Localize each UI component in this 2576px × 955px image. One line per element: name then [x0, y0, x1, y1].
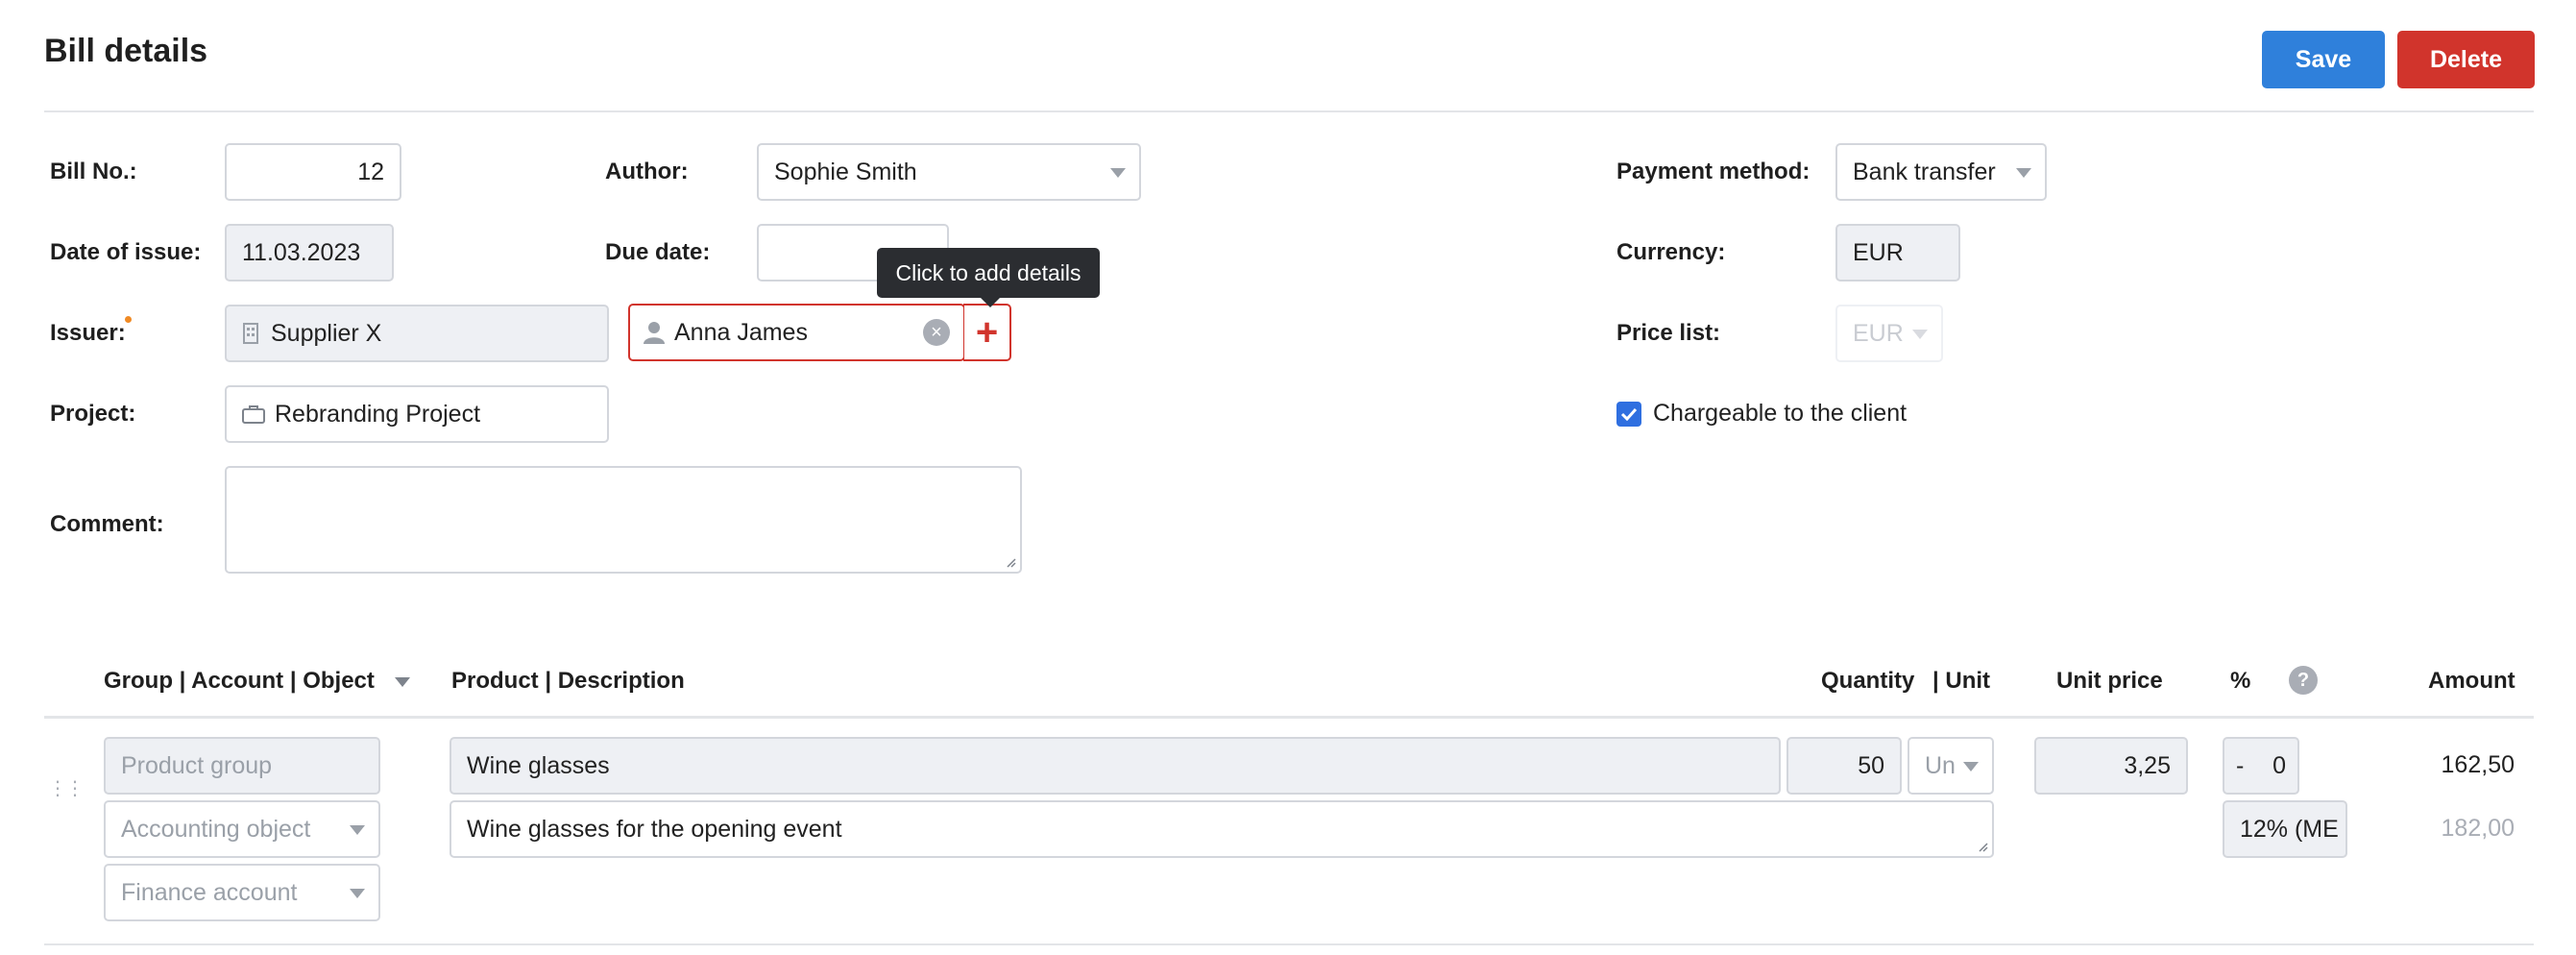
- quantity-value: 50: [1858, 751, 1884, 779]
- row-amount-with-tax: 182,00: [2441, 815, 2515, 842]
- save-button[interactable]: Save: [2262, 31, 2385, 88]
- plus-icon: +: [975, 310, 999, 354]
- drag-handle-icon[interactable]: ⋮⋮: [48, 776, 85, 800]
- row-amount: 162,50: [2441, 751, 2515, 778]
- unit-price-input[interactable]: 3,25: [2034, 737, 2188, 795]
- discount-input[interactable]: - 0: [2223, 737, 2299, 795]
- date-of-issue-value: 11.03.2023: [242, 238, 361, 266]
- description-value: Wine glasses for the opening event: [467, 815, 842, 843]
- payment-method-select[interactable]: Bank transfer: [1835, 143, 2047, 201]
- payment-method-label: Payment method:: [1616, 159, 1810, 184]
- chevron-down-icon: [2016, 168, 2031, 178]
- chevron-down-icon: [350, 825, 365, 835]
- issuer-value: Supplier X: [271, 319, 382, 347]
- accounting-object-placeholder: Accounting object: [121, 815, 311, 843]
- column-header-group[interactable]: Group | Account | Object: [104, 668, 375, 695]
- contact-person-select[interactable]: Anna James ×: [628, 304, 965, 361]
- price-list-label: Price list:: [1616, 320, 1721, 346]
- column-header-unit-price: Unit price: [2056, 668, 2163, 694]
- header-divider: [44, 110, 2534, 112]
- currency-label: Currency:: [1616, 239, 1726, 265]
- table-header-divider: [44, 716, 2534, 719]
- discount-value: 0: [2272, 751, 2286, 779]
- tax-value: 12% (ME: [2240, 815, 2339, 843]
- column-header-quantity: Quantity: [1821, 668, 1915, 694]
- tax-select[interactable]: 12% (ME: [2223, 800, 2347, 858]
- price-list-select: EUR: [1835, 305, 1943, 362]
- column-header-unit: | Unit: [1932, 668, 1991, 694]
- required-dot: [125, 316, 132, 323]
- sort-down-icon[interactable]: [395, 677, 410, 687]
- product-group-select[interactable]: Product group: [104, 737, 380, 795]
- chevron-down-icon: [1963, 762, 1979, 771]
- author-select[interactable]: Sophie Smith: [757, 143, 1141, 201]
- project-select[interactable]: Rebranding Project: [225, 385, 609, 443]
- product-value: Wine glasses: [467, 751, 610, 779]
- unit-price-value: 3,25: [2124, 751, 2171, 779]
- bill-no-input[interactable]: 12: [225, 143, 401, 201]
- help-icon[interactable]: ?: [2289, 666, 2318, 695]
- column-header-product: Product | Description: [451, 668, 685, 694]
- chargeable-checkbox[interactable]: [1616, 402, 1641, 427]
- person-icon: [644, 321, 665, 344]
- payment-method-value: Bank transfer: [1853, 158, 1996, 185]
- row-divider: [44, 943, 2534, 945]
- issuer-label: Issuer:: [50, 320, 126, 346]
- add-details-tooltip: Click to add details: [877, 248, 1100, 298]
- tooltip-arrow: [980, 297, 1001, 307]
- column-header-group-label: Group | Account | Object: [104, 668, 375, 694]
- chevron-down-icon: [1110, 168, 1126, 178]
- product-group-placeholder: Product group: [121, 751, 273, 779]
- discount-sign[interactable]: -: [2236, 752, 2244, 780]
- chargeable-label: Chargeable to the client: [1653, 400, 1908, 427]
- price-list-value: EUR: [1853, 319, 1904, 347]
- project-label: Project:: [50, 401, 136, 427]
- clear-icon[interactable]: ×: [923, 319, 950, 346]
- briefcase-icon: [242, 404, 265, 424]
- bill-no-label: Bill No.:: [50, 159, 137, 184]
- currency-select[interactable]: EUR: [1835, 224, 1960, 282]
- due-date-label: Due date:: [605, 239, 711, 265]
- bill-no-value: 12: [357, 158, 384, 185]
- unit-value: Un: [1925, 751, 1956, 779]
- tooltip-text: Click to add details: [895, 259, 1081, 285]
- finance-account-select[interactable]: Finance account: [104, 864, 380, 921]
- unit-select[interactable]: Un: [1908, 737, 1994, 795]
- delete-button[interactable]: Delete: [2397, 31, 2535, 88]
- page-title: Bill details: [44, 33, 208, 69]
- issuer-select[interactable]: Supplier X: [225, 305, 609, 362]
- comment-textarea[interactable]: [225, 466, 1022, 574]
- description-textarea[interactable]: Wine glasses for the opening event: [450, 800, 1994, 858]
- chevron-down-icon: [1912, 330, 1928, 339]
- contact-person-value: Anna James: [674, 318, 808, 346]
- column-header-amount: Amount: [2428, 668, 2515, 694]
- finance-account-placeholder: Finance account: [121, 878, 298, 906]
- comment-label: Comment:: [50, 511, 164, 537]
- accounting-object-select[interactable]: Accounting object: [104, 800, 380, 858]
- checkmark-icon: [1620, 407, 1638, 421]
- resize-handle-icon[interactable]: [1005, 556, 1016, 568]
- currency-value: EUR: [1853, 238, 1904, 266]
- add-details-button[interactable]: +: [963, 304, 1011, 361]
- project-value: Rebranding Project: [275, 400, 481, 428]
- date-of-issue-label: Date of issue:: [50, 239, 202, 265]
- column-header-percent: %: [2230, 668, 2251, 694]
- quantity-input[interactable]: 50: [1786, 737, 1902, 795]
- product-input[interactable]: Wine glasses: [450, 737, 1781, 795]
- author-value: Sophie Smith: [774, 158, 917, 185]
- resize-handle-icon[interactable]: [1977, 841, 1988, 852]
- building-icon: [242, 322, 261, 345]
- chevron-down-icon: [350, 889, 365, 898]
- author-label: Author:: [605, 159, 689, 184]
- date-of-issue-input[interactable]: 11.03.2023: [225, 224, 394, 282]
